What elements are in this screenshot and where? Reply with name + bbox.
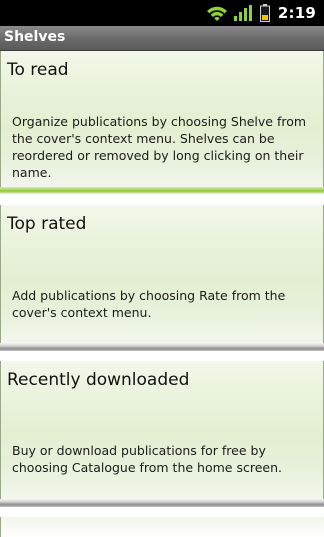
- shelf-item-top-rated[interactable]: Top rated Add publications by choosing R…: [0, 205, 324, 343]
- app-screen: 2:19 Shelves To read Organize publicatio…: [0, 0, 324, 537]
- shelf-divider: [0, 343, 324, 351]
- title-bar: Shelves: [0, 26, 324, 51]
- shelf-divider-selected: [0, 187, 324, 194]
- shelf-description: Add publications by choosing Rate from t…: [12, 288, 286, 320]
- battery-icon: [259, 4, 270, 22]
- shelf-description: Buy or download publications for free by…: [12, 443, 282, 475]
- shelf-description: Organize publications by choosing Shelve…: [12, 114, 307, 180]
- shelf-title: Recently downloaded: [7, 370, 190, 390]
- shelf-title: To read: [7, 60, 69, 80]
- page-title: Shelves: [4, 29, 66, 45]
- wifi-icon: [206, 5, 228, 21]
- shelf-item-to-read[interactable]: To read Organize publications by choosin…: [0, 51, 324, 190]
- status-clock: 2:19: [277, 4, 316, 22]
- shelf-divider: [0, 499, 324, 507]
- signal-icon: [233, 5, 252, 21]
- status-icons: 2:19: [206, 0, 316, 26]
- status-bar: 2:19: [0, 0, 324, 26]
- shelf-item-recently-downloaded[interactable]: Recently downloaded Buy or download publ…: [0, 361, 324, 499]
- shelf-title: Top rated: [7, 214, 87, 234]
- shelf-item-partial[interactable]: [0, 517, 324, 537]
